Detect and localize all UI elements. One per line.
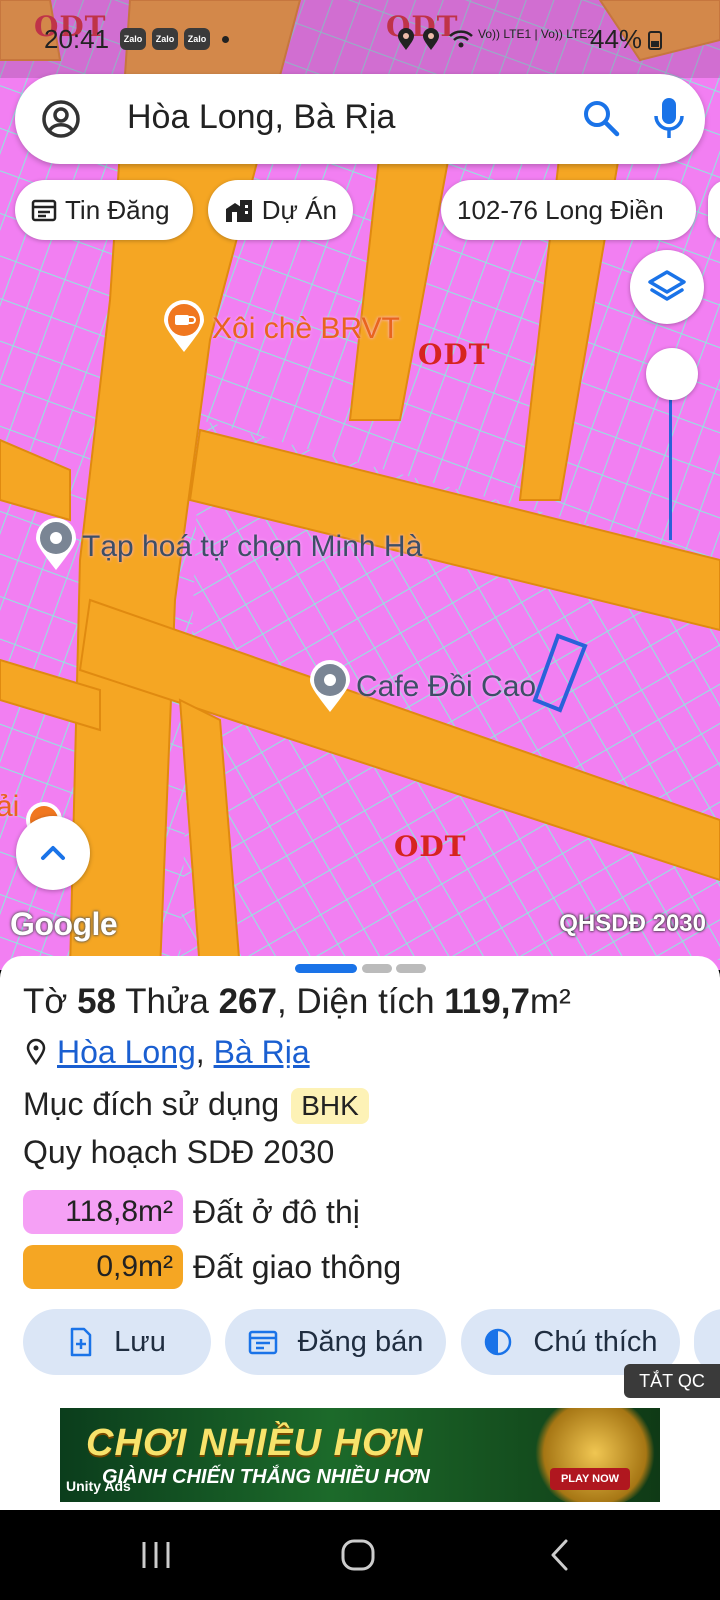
- planning-layer-tag: QHSDĐ 2030: [559, 910, 706, 937]
- zone-label: ODT: [418, 338, 491, 371]
- ad-subline: GIÀNH CHIẾN THẮNG NHIỀU HƠN: [102, 1466, 430, 1488]
- food-pin-icon[interactable]: [162, 300, 206, 354]
- legend-label: Đất ở đô thị: [193, 1193, 360, 1230]
- expand-up-button[interactable]: [16, 816, 90, 890]
- parcel-location: Hòa Long, Bà Rịa: [23, 1034, 310, 1071]
- save-button-label: Lưu: [114, 1325, 166, 1358]
- ward-link[interactable]: Hòa Long: [57, 1034, 196, 1070]
- area-unit: m²: [529, 982, 571, 1021]
- parcel-label: Thửa: [116, 982, 219, 1021]
- land-use-purpose: Mục đích sử dụng BHK: [23, 1086, 369, 1124]
- area-value: 119,7: [444, 982, 530, 1021]
- save-file-icon: [70, 1327, 92, 1357]
- status-time: 20:41: [44, 24, 110, 54]
- layers-button[interactable]: [630, 250, 704, 324]
- post-listing-label: Đăng bán: [297, 1325, 424, 1358]
- sheet-label: Tờ: [23, 982, 78, 1021]
- legend-swatch: 0,9m²: [23, 1245, 183, 1289]
- sheet-number: 58: [77, 982, 116, 1021]
- area-label: , Diện tích: [276, 982, 445, 1021]
- chip-projects[interactable]: Dự Án: [208, 180, 353, 240]
- location-status-icon: [398, 28, 414, 50]
- zalo-notification-icon: Zalo: [152, 28, 178, 50]
- battery-percent: 44%: [590, 24, 643, 54]
- back-icon[interactable]: [548, 1538, 572, 1572]
- network-status: Vo)) LTE1 | Vo)) LTE2: [478, 27, 595, 41]
- save-button[interactable]: Lưu: [23, 1309, 211, 1375]
- ad-banner[interactable]: CHƠI NHIỀU HƠN GIÀNH CHIẾN THẮNG NHIỀU H…: [60, 1408, 660, 1502]
- battery-icon: [648, 31, 662, 50]
- mic-icon[interactable]: [649, 94, 689, 142]
- search-bar[interactable]: Hòa Long, Bà Rịa: [15, 74, 705, 164]
- legend-item: 118,8m² Đất ở đô thị: [23, 1190, 360, 1234]
- chip-label: 102-76 Long Điền: [457, 194, 664, 225]
- calendar-icon: [31, 199, 57, 222]
- more-notifications-dot: [222, 36, 229, 43]
- city-link[interactable]: Bà Rịa: [214, 1034, 310, 1070]
- legend-swatch: 118,8m²: [23, 1190, 183, 1234]
- buildings-icon: [226, 200, 252, 222]
- parcel-number: 267: [218, 982, 277, 1021]
- zone-label: ODT: [394, 830, 467, 863]
- place-status-icon: [423, 28, 439, 50]
- ad-brand: Unity Ads: [66, 1478, 131, 1494]
- ad-cta-button[interactable]: PLAY NOW: [550, 1468, 630, 1490]
- location-separator: ,: [195, 1034, 205, 1070]
- contrast-icon: [485, 1328, 512, 1356]
- sheet-page-indicator[interactable]: [362, 964, 392, 973]
- chip-listings[interactable]: Tin Đăng: [15, 180, 193, 240]
- legend-item: 0,9m² Đất giao thông: [23, 1245, 401, 1289]
- purpose-code-badge: BHK: [291, 1088, 369, 1124]
- poi-label[interactable]: Xôi chè BRVT: [212, 312, 400, 346]
- opacity-slider-track[interactable]: [669, 398, 672, 540]
- purpose-label: Mục đích sử dụng: [23, 1086, 280, 1122]
- place-pin-icon[interactable]: [308, 660, 352, 714]
- search-input[interactable]: Hòa Long, Bà Rịa: [127, 98, 395, 137]
- chip-location[interactable]: 102-76 Long Điền: [441, 180, 696, 240]
- parcel-title: Tờ 58 Thửa 267, Diện tích 119,7m²: [23, 982, 571, 1022]
- system-nav-bar: [0, 1510, 720, 1600]
- wifi-icon: [449, 30, 473, 48]
- sheet-page-indicator-active[interactable]: [295, 964, 357, 973]
- opacity-slider-knob[interactable]: [646, 348, 698, 400]
- google-logo: Google: [10, 906, 118, 942]
- chevron-up-icon: [41, 846, 65, 860]
- ad-headline: CHƠI NHIỀU HƠN: [86, 1422, 424, 1464]
- legend-label: Đất giao thông: [193, 1248, 402, 1285]
- recents-icon[interactable]: [140, 1540, 172, 1570]
- sheet-page-indicator[interactable]: [396, 964, 426, 973]
- listing-icon: [248, 1330, 277, 1355]
- place-pin-icon[interactable]: [34, 518, 78, 572]
- post-listing-button[interactable]: Đăng bán: [225, 1309, 446, 1375]
- location-pin-icon: [26, 1038, 46, 1066]
- plan-title: Quy hoạch SDĐ 2030: [23, 1134, 335, 1170]
- zalo-notification-icon: Zalo: [120, 28, 146, 50]
- layers-icon: [648, 270, 686, 301]
- status-bar: 20:41 Zalo Zalo Zalo Vo)) LTE1 | Vo)) LT…: [0, 0, 720, 78]
- poi-label[interactable]: Cafe Đồi Cao: [356, 670, 536, 704]
- chip-label: Tin Đăng: [65, 194, 170, 225]
- home-icon[interactable]: [340, 1538, 376, 1572]
- legend-button-label: Chú thích: [533, 1325, 658, 1358]
- chip-label: Dự Án: [261, 194, 337, 225]
- account-icon[interactable]: [41, 99, 81, 139]
- poi-label[interactable]: Tạp hoá tự chọn Minh Hà: [82, 530, 422, 564]
- close-ads-button[interactable]: TẮT QC: [624, 1364, 720, 1398]
- zalo-notification-icon: Zalo: [184, 28, 210, 50]
- search-icon[interactable]: [581, 98, 621, 138]
